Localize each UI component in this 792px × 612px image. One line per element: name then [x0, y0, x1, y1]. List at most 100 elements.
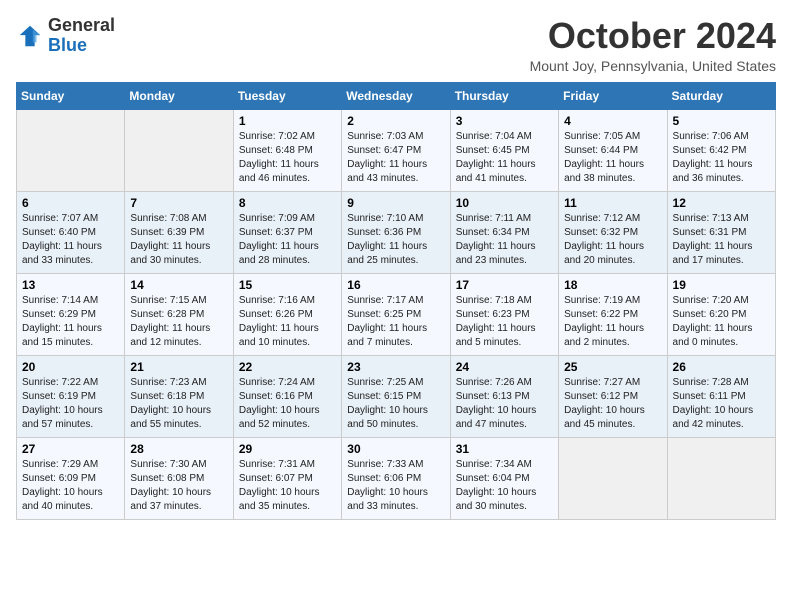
day-info: Sunrise: 7:20 AM Sunset: 6:20 PM Dayligh… — [673, 294, 770, 350]
calendar-day-cell: 22 Sunrise: 7:24 AM Sunset: 6:16 PM Dayli… — [233, 355, 341, 437]
weekday-header-cell: Thursday — [450, 82, 558, 109]
calendar-day-cell: 2 Sunrise: 7:03 AM Sunset: 6:47 PM Daylig… — [342, 109, 450, 191]
calendar-day-cell: 15Sunrise: 7:16 AM Sunset: 6:26 PM Dayli… — [233, 273, 341, 355]
calendar-day-cell — [17, 109, 125, 191]
day-number: 15 — [239, 278, 336, 292]
weekday-header-cell: Saturday — [667, 82, 775, 109]
calendar-day-cell: 26 Sunrise: 7:28 AM Sunset: 6:11 PM Dayli… — [667, 355, 775, 437]
day-number: 13 — [22, 278, 119, 292]
day-number: 23 — [347, 360, 444, 374]
calendar-day-cell: 1 Sunrise: 7:02 AM Sunset: 6:48 PM Daylig… — [233, 109, 341, 191]
calendar-day-cell: 13 Sunrise: 7:14 AM Sunset: 6:29 PM Dayli… — [17, 273, 125, 355]
calendar-day-cell: 7 Sunrise: 7:08 AM Sunset: 6:39 PM Daylig… — [125, 191, 233, 273]
logo-general-text: General — [48, 15, 115, 35]
logo: General Blue — [16, 16, 115, 56]
day-number: 21 — [130, 360, 227, 374]
day-number: 26 — [673, 360, 770, 374]
day-info: Sunrise: 7:14 AM Sunset: 6:29 PM Dayligh… — [22, 294, 119, 350]
day-info: Sunrise: 7:34 AM Sunset: 6:04 PM Dayligh… — [456, 458, 553, 514]
calendar-day-cell: 10 Sunrise: 7:11 AM Sunset: 6:34 PM Dayli… — [450, 191, 558, 273]
day-info: Sunrise: 7:10 AM Sunset: 6:36 PM Dayligh… — [347, 212, 444, 268]
day-info: Sunrise: 7:05 AM Sunset: 6:44 PM Dayligh… — [564, 130, 661, 186]
calendar-day-cell: 28 Sunrise: 7:30 AM Sunset: 6:08 PM Dayli… — [125, 437, 233, 519]
day-info: Sunrise: 7:09 AM Sunset: 6:37 PM Dayligh… — [239, 212, 336, 268]
day-info: Sunrise: 7:12 AM Sunset: 6:32 PM Dayligh… — [564, 212, 661, 268]
day-info: Sunrise: 7:25 AM Sunset: 6:15 PM Dayligh… — [347, 376, 444, 432]
day-info: Sunrise: 7:23 AM Sunset: 6:18 PM Dayligh… — [130, 376, 227, 432]
calendar-day-cell: 21 Sunrise: 7:23 AM Sunset: 6:18 PM Dayli… — [125, 355, 233, 437]
day-info: Sunrise: 7:30 AM Sunset: 6:08 PM Dayligh… — [130, 458, 227, 514]
calendar-day-cell: 24 Sunrise: 7:26 AM Sunset: 6:13 PM Dayli… — [450, 355, 558, 437]
logo-icon — [16, 22, 44, 50]
day-info: Sunrise: 7:07 AM Sunset: 6:40 PM Dayligh… — [22, 212, 119, 268]
day-number: 24 — [456, 360, 553, 374]
weekday-header-cell: Friday — [559, 82, 667, 109]
day-info: Sunrise: 7:26 AM Sunset: 6:13 PM Dayligh… — [456, 376, 553, 432]
weekday-header-row: SundayMondayTuesdayWednesdayThursdayFrid… — [17, 82, 776, 109]
day-number: 8 — [239, 196, 336, 210]
calendar-day-cell: 23 Sunrise: 7:25 AM Sunset: 6:15 PM Dayli… — [342, 355, 450, 437]
day-number: 12 — [673, 196, 770, 210]
day-info: Sunrise: 7:04 AM Sunset: 6:45 PM Dayligh… — [456, 130, 553, 186]
day-number: 28 — [130, 442, 227, 456]
day-number: 5 — [673, 114, 770, 128]
day-info: Sunrise: 7:28 AM Sunset: 6:11 PM Dayligh… — [673, 376, 770, 432]
day-number: 2 — [347, 114, 444, 128]
day-info: Sunrise: 7:19 AM Sunset: 6:22 PM Dayligh… — [564, 294, 661, 350]
calendar-day-cell: 25 Sunrise: 7:27 AM Sunset: 6:12 PM Dayli… — [559, 355, 667, 437]
day-info: Sunrise: 7:02 AM Sunset: 6:48 PM Dayligh… — [239, 130, 336, 186]
day-number: 29 — [239, 442, 336, 456]
day-number: 18 — [564, 278, 661, 292]
day-number: 30 — [347, 442, 444, 456]
calendar-day-cell: 29 Sunrise: 7:31 AM Sunset: 6:07 PM Dayli… — [233, 437, 341, 519]
day-number: 16 — [347, 278, 444, 292]
calendar-day-cell — [667, 437, 775, 519]
weekday-header-cell: Sunday — [17, 82, 125, 109]
calendar-day-cell: 4 Sunrise: 7:05 AM Sunset: 6:44 PM Daylig… — [559, 109, 667, 191]
day-info: Sunrise: 7:18 AM Sunset: 6:23 PM Dayligh… — [456, 294, 553, 350]
day-info: Sunrise: 7:31 AM Sunset: 6:07 PM Dayligh… — [239, 458, 336, 514]
day-info: Sunrise: 7:29 AM Sunset: 6:09 PM Dayligh… — [22, 458, 119, 514]
calendar-day-cell: 27Sunrise: 7:29 AM Sunset: 6:09 PM Dayli… — [17, 437, 125, 519]
weekday-header-cell: Monday — [125, 82, 233, 109]
calendar-day-cell: 18 Sunrise: 7:19 AM Sunset: 6:22 PM Dayli… — [559, 273, 667, 355]
calendar-day-cell: 6Sunrise: 7:07 AM Sunset: 6:40 PM Daylig… — [17, 191, 125, 273]
calendar-day-cell: 3Sunrise: 7:04 AM Sunset: 6:45 PM Daylig… — [450, 109, 558, 191]
calendar-day-cell: 11Sunrise: 7:12 AM Sunset: 6:32 PM Dayli… — [559, 191, 667, 273]
calendar-day-cell: 17Sunrise: 7:18 AM Sunset: 6:23 PM Dayli… — [450, 273, 558, 355]
day-info: Sunrise: 7:03 AM Sunset: 6:47 PM Dayligh… — [347, 130, 444, 186]
calendar-day-cell: 31Sunrise: 7:34 AM Sunset: 6:04 PM Dayli… — [450, 437, 558, 519]
calendar-week-row: 13 Sunrise: 7:14 AM Sunset: 6:29 PM Dayli… — [17, 273, 776, 355]
month-title: October 2024 — [530, 16, 776, 56]
day-info: Sunrise: 7:15 AM Sunset: 6:28 PM Dayligh… — [130, 294, 227, 350]
calendar-day-cell: 9Sunrise: 7:10 AM Sunset: 6:36 PM Daylig… — [342, 191, 450, 273]
calendar-day-cell: 5 Sunrise: 7:06 AM Sunset: 6:42 PM Daylig… — [667, 109, 775, 191]
calendar-day-cell — [125, 109, 233, 191]
day-info: Sunrise: 7:08 AM Sunset: 6:39 PM Dayligh… — [130, 212, 227, 268]
day-number: 4 — [564, 114, 661, 128]
day-info: Sunrise: 7:13 AM Sunset: 6:31 PM Dayligh… — [673, 212, 770, 268]
day-number: 22 — [239, 360, 336, 374]
day-info: Sunrise: 7:11 AM Sunset: 6:34 PM Dayligh… — [456, 212, 553, 268]
calendar-day-cell — [559, 437, 667, 519]
page-header: General Blue October 2024 Mount Joy, Pen… — [16, 16, 776, 74]
day-number: 7 — [130, 196, 227, 210]
calendar-body: 1 Sunrise: 7:02 AM Sunset: 6:48 PM Daylig… — [17, 109, 776, 519]
calendar-week-row: 1 Sunrise: 7:02 AM Sunset: 6:48 PM Daylig… — [17, 109, 776, 191]
day-number: 14 — [130, 278, 227, 292]
day-info: Sunrise: 7:27 AM Sunset: 6:12 PM Dayligh… — [564, 376, 661, 432]
day-info: Sunrise: 7:24 AM Sunset: 6:16 PM Dayligh… — [239, 376, 336, 432]
day-number: 10 — [456, 196, 553, 210]
calendar-week-row: 20Sunrise: 7:22 AM Sunset: 6:19 PM Dayli… — [17, 355, 776, 437]
day-info: Sunrise: 7:06 AM Sunset: 6:42 PM Dayligh… — [673, 130, 770, 186]
title-block: October 2024 Mount Joy, Pennsylvania, Un… — [530, 16, 776, 74]
calendar-week-row: 27Sunrise: 7:29 AM Sunset: 6:09 PM Dayli… — [17, 437, 776, 519]
day-info: Sunrise: 7:17 AM Sunset: 6:25 PM Dayligh… — [347, 294, 444, 350]
calendar-day-cell: 12 Sunrise: 7:13 AM Sunset: 6:31 PM Dayli… — [667, 191, 775, 273]
calendar-day-cell: 16 Sunrise: 7:17 AM Sunset: 6:25 PM Dayli… — [342, 273, 450, 355]
day-number: 1 — [239, 114, 336, 128]
logo-blue-text: Blue — [48, 35, 87, 55]
day-number: 25 — [564, 360, 661, 374]
calendar-table: SundayMondayTuesdayWednesdayThursdayFrid… — [16, 82, 776, 520]
weekday-header-cell: Tuesday — [233, 82, 341, 109]
